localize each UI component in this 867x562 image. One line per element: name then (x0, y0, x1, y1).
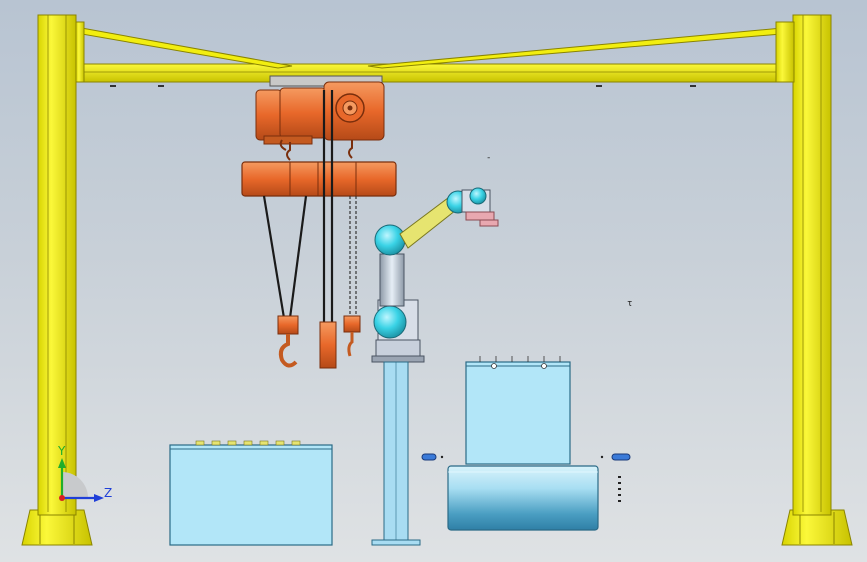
cad-viewport[interactable]: τ - Y Z (0, 0, 867, 562)
chain-counterweight (319, 321, 337, 369)
top-beam (75, 63, 794, 83)
robot-joint-elbow (374, 224, 406, 256)
triad-y-label: Y (57, 444, 66, 458)
tau-mark: τ (627, 299, 632, 309)
beam-bolt-marks (110, 85, 696, 87)
upper-right-tank[interactable] (465, 356, 571, 465)
coordinate-triad: Y Z (57, 444, 112, 502)
hoist-motor-left (255, 87, 327, 145)
secondary-hook (343, 315, 361, 357)
assembly-scene[interactable]: τ - Y Z (0, 0, 867, 562)
dash-mark: - (486, 153, 491, 163)
triad-z-label: Z (104, 486, 112, 500)
robot-arm[interactable] (371, 187, 499, 363)
robot-joint-shoulder (373, 305, 407, 339)
right-column (792, 14, 832, 516)
left-tank[interactable] (169, 440, 333, 546)
robot-pedestal[interactable] (371, 361, 421, 546)
diagonal-braces (75, 26, 794, 69)
robot-gripper (465, 211, 495, 221)
cylinder-tank[interactable] (447, 465, 599, 531)
hoist-block (241, 161, 397, 197)
gantry-frame[interactable] (21, 14, 853, 546)
electric-chain-hoist[interactable] (241, 75, 397, 369)
robot-upper-link (379, 253, 405, 307)
load-chain (349, 196, 357, 318)
left-column (37, 14, 77, 516)
main-hook (277, 315, 299, 368)
